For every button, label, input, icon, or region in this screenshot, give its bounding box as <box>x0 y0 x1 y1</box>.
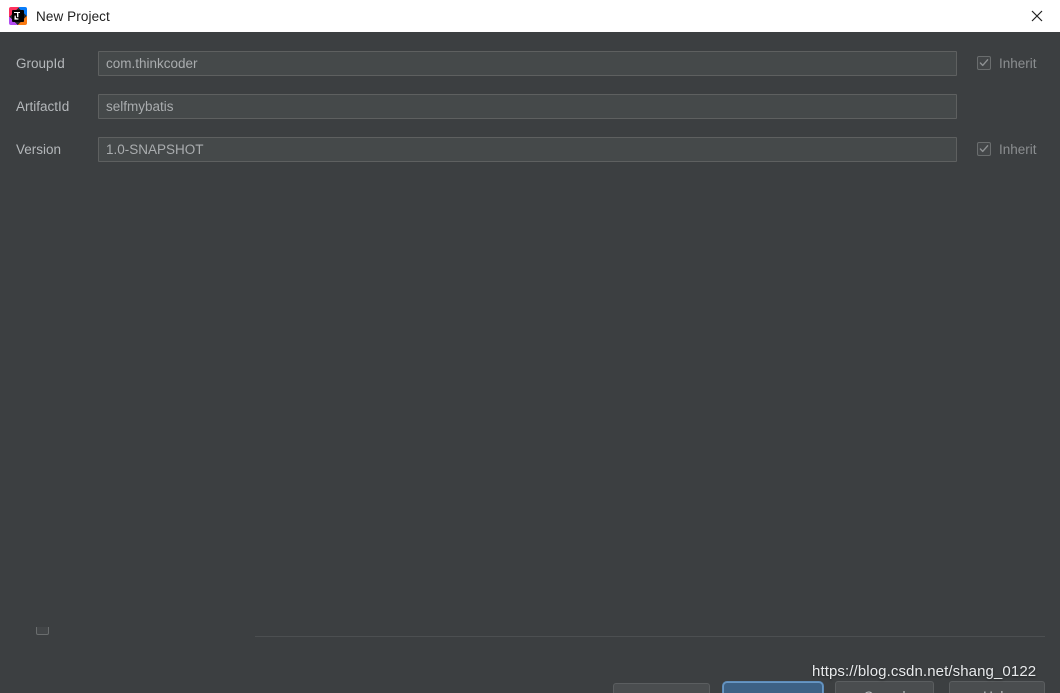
form-row-version: Version Inherit <box>0 136 1060 162</box>
checkbox-icon <box>36 627 49 635</box>
inherit-version-checkbox[interactable]: Inherit <box>977 137 1037 162</box>
footer-separator <box>255 636 1045 637</box>
clipped-option-row[interactable] <box>0 627 1060 641</box>
intellij-idea-icon <box>9 7 27 25</box>
artifactid-input[interactable] <box>98 93 957 119</box>
form-row-groupid: GroupId Inherit <box>0 50 1060 76</box>
help-button[interactable]: Help <box>949 681 1045 693</box>
previous-button[interactable]: Previous <box>613 683 710 693</box>
close-icon[interactable] <box>1014 0 1060 32</box>
new-project-dialog: New Project GroupId Inherit Artifac <box>0 0 1060 693</box>
inherit-groupid-label: Inherit <box>999 55 1037 71</box>
inherit-groupid-checkbox[interactable]: Inherit <box>977 51 1037 76</box>
form-row-artifactid: ArtifactId <box>0 93 1060 119</box>
cancel-button[interactable]: Cancel <box>835 681 934 693</box>
checkbox-checked-icon <box>977 56 991 70</box>
next-button[interactable]: Next <box>723 682 823 693</box>
groupid-input[interactable] <box>98 50 957 76</box>
inherit-version-label: Inherit <box>999 141 1037 157</box>
window-title: New Project <box>36 8 110 24</box>
label-version: Version <box>16 141 62 157</box>
dialog-content: GroupId Inherit ArtifactId Version <box>0 32 1060 693</box>
version-input[interactable] <box>98 136 957 162</box>
label-artifactid: ArtifactId <box>16 98 70 114</box>
checkbox-checked-icon <box>977 142 991 156</box>
window-titlebar: New Project <box>0 0 1060 32</box>
label-groupid: GroupId <box>16 55 65 71</box>
